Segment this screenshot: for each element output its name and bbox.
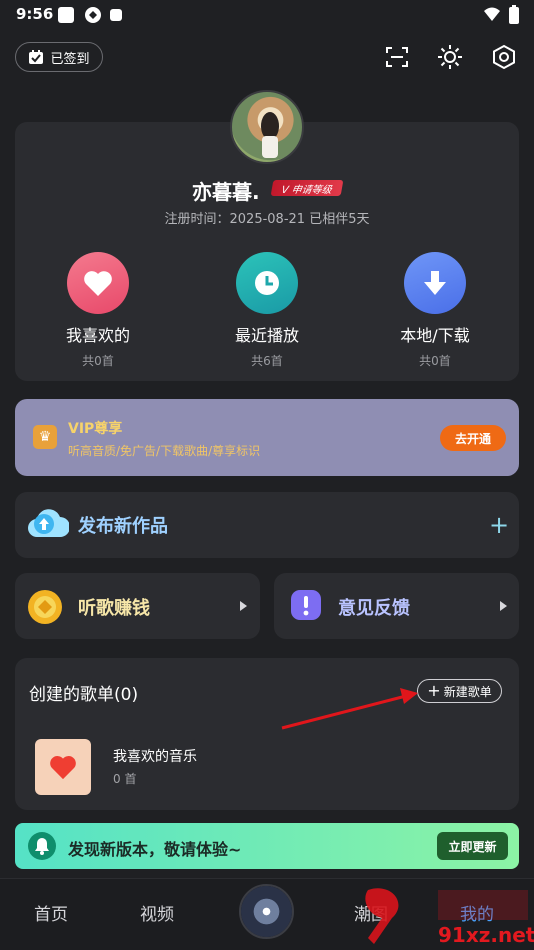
site-watermark: 91xz.net: [365, 888, 534, 947]
clock-icon: [236, 252, 298, 314]
app-notification-icon: [84, 6, 102, 28]
checkin-button[interactable]: 已签到: [15, 42, 103, 72]
crown-icon: ♛: [33, 425, 57, 449]
nickname: 亦暮暮.: [192, 180, 260, 204]
register-info: 注册时间：2025-08-21 已相伴5天: [164, 212, 370, 227]
tab-video[interactable]: 视频: [140, 900, 174, 925]
chevron-right-icon: [500, 601, 507, 611]
status-time: 9:56: [16, 5, 54, 23]
now-playing-disc[interactable]: [239, 884, 294, 939]
status-bar: 9:56: [0, 0, 534, 30]
cloud-upload-icon: [27, 507, 71, 545]
quick-liked[interactable]: 我喜欢的 共0首: [33, 252, 163, 369]
settings-hex-icon[interactable]: [491, 44, 517, 70]
update-now-button[interactable]: 立即更新: [437, 832, 508, 860]
heart-icon: [67, 252, 129, 314]
playlist-count: 0 首: [113, 772, 137, 786]
quick-count: 共0首: [82, 354, 114, 368]
exclamation-icon: [290, 589, 322, 625]
sun-icon[interactable]: [437, 44, 463, 70]
playlist-section-title: 创建的歌单(0): [29, 685, 139, 705]
bell-icon: [28, 832, 56, 860]
watermark-text: 91xz.net: [438, 923, 534, 947]
avatar[interactable]: [230, 90, 304, 164]
download-icon: [404, 252, 466, 314]
battery-icon: [508, 5, 520, 29]
earn-label: 听歌赚钱: [78, 598, 150, 619]
publish-title: 发布新作品: [78, 516, 168, 537]
level-badge[interactable]: V 申请等级: [270, 180, 344, 196]
coin-icon: [27, 589, 63, 629]
calendar-icon: [29, 50, 44, 64]
annotation-arrow: [281, 688, 418, 730]
quick-label: 最近播放: [234, 326, 299, 345]
vip-desc: 听高音质/免广告/下载歌曲/尊享标识: [68, 444, 261, 458]
wifi-icon: [483, 6, 501, 26]
quick-download[interactable]: 本地/下载 共0首: [370, 252, 500, 369]
app-notification-icon-2: [110, 9, 122, 21]
vip-open-button[interactable]: 去开通: [440, 425, 506, 451]
scan-icon[interactable]: [384, 44, 410, 70]
quick-label: 我喜欢的: [65, 326, 130, 345]
vip-title: VIP尊享: [68, 421, 123, 437]
tab-home[interactable]: 首页: [34, 900, 68, 925]
quick-recent[interactable]: 最近播放 共6首: [202, 252, 332, 369]
quick-label: 本地/下载: [400, 326, 470, 345]
quick-count: 共0首: [419, 354, 451, 368]
feedback-label: 意见反馈: [338, 598, 410, 619]
heart-icon: [50, 756, 76, 780]
quick-count: 共6首: [251, 354, 283, 368]
new-playlist-label: 新建歌单: [443, 684, 492, 699]
notification-icon: [58, 7, 74, 23]
update-text: 发现新版本，敬请体验~: [68, 840, 242, 859]
plus-icon[interactable]: +: [489, 511, 509, 539]
playlist-name[interactable]: 我喜欢的音乐: [113, 746, 197, 766]
playlist-cover[interactable]: [35, 739, 91, 795]
chevron-right-icon: [240, 601, 247, 611]
checkin-label: 已签到: [50, 51, 90, 67]
